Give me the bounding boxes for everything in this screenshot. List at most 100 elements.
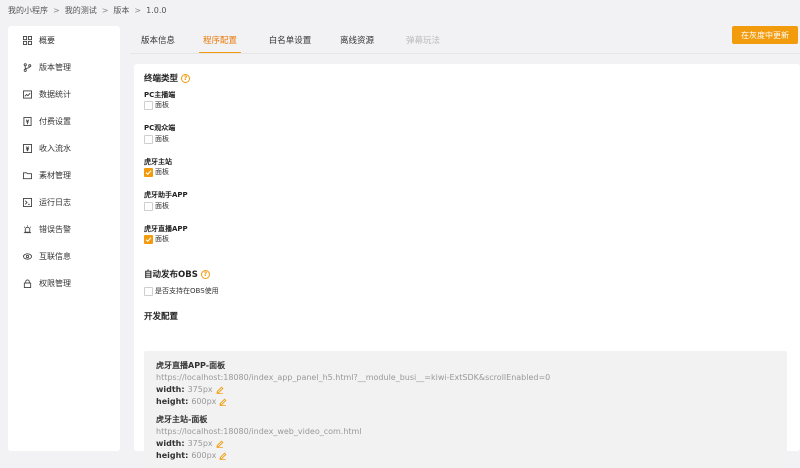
folder-icon [21,170,33,182]
sidebar-item-label: 概要 [39,36,55,45]
config-card: 终端类型 ? PC主播端 面板 PC观众端 面板 虎牙主站 面板 虎牙助手APP… [134,64,800,468]
dev-config-box: 虎牙直播APP-面板 https://localhost:18080/index… [144,351,787,468]
tab-program-config[interactable]: 程序配置 [199,26,241,54]
sidebar-item-overview[interactable]: 概要 [8,27,120,54]
panel-checkbox-pc-anchor[interactable]: 面板 [144,100,169,110]
checkbox-label: 面板 [155,202,169,210]
width-label: width: [156,385,185,394]
edit-icon[interactable] [219,452,227,460]
sidebar-item-materials[interactable]: 素材管理 [8,162,120,189]
dev-entry-name: 虎牙直播APP-面板 [156,361,226,370]
main-content: 版本信息 程序配置 白名单设置 离线资源 弹幕玩法 在灰度中更新 终端类型 ? … [130,26,800,468]
terminal-label: 虎牙主站 [144,158,172,166]
checkbox-label: 面板 [155,101,169,109]
income-icon [21,143,33,155]
terminal-label: PC主播端 [144,91,176,99]
checkbox-label: 面板 [155,235,169,243]
link-icon [21,251,33,263]
tab-offline-resources[interactable]: 离线资源 [333,26,381,54]
dev-entry-width: width: 375px [156,384,550,396]
sidebar-item-label: 互联信息 [39,252,71,261]
sidebar-item-permissions[interactable]: 权限管理 [8,270,120,297]
checkbox-checked[interactable] [144,234,153,244]
tab-bar: 版本信息 程序配置 白名单设置 离线资源 弹幕玩法 [130,26,800,54]
terminal-label: 虎牙直播APP [144,225,188,233]
breadcrumb: 我的小程序 > 我的测试 > 版本 > 1.0.0 [8,4,166,16]
checkbox-label: 面板 [155,168,169,176]
panel-checkbox-pc-viewer[interactable]: 面板 [144,134,169,144]
breadcrumb-item-miniprogram[interactable]: 我的小程序 [8,5,48,16]
breadcrumb-item-test[interactable]: 我的测试 [65,5,97,16]
width-label: width: [156,439,185,448]
height-value: 600px [191,397,217,406]
sidebar-item-logs[interactable]: 运行日志 [8,189,120,216]
edit-icon[interactable] [216,440,224,448]
dev-entry-name: 虎牙主站-面板 [156,415,208,424]
dev-entry-height: height: 600px [156,396,550,408]
checkbox[interactable] [144,134,153,144]
sidebar-item-label: 收入流水 [39,144,71,153]
breadcrumb-separator: > [53,5,60,15]
sidebar-item-income[interactable]: 收入流水 [8,135,120,162]
payment-icon [21,116,33,128]
tab-whitelist[interactable]: 白名单设置 [261,26,319,54]
dev-entry: 虎牙主站-面板 https://localhost:18080/index_we… [156,414,362,462]
height-label: height: [156,397,189,406]
breadcrumb-separator: > [134,5,142,15]
tab-divider [130,53,800,54]
dev-entry-height: height: 600px [156,450,362,462]
grid-icon [21,35,33,47]
breadcrumb-item-current: 1.0.0 [146,5,167,15]
height-label: height: [156,451,189,460]
dev-entry-width: width: 375px [156,438,362,450]
checkbox-label: 面板 [155,135,169,143]
tab-version-info[interactable]: 版本信息 [130,26,186,54]
checkbox-label: 是否支持在OBS使用 [155,287,219,295]
section-title-text: 终端类型 [144,74,179,84]
tab-danmaku-play: 弹幕玩法 [405,36,440,46]
checkbox[interactable] [144,286,153,296]
alarm-icon [21,224,33,236]
sidebar-item-interconnect[interactable]: 互联信息 [8,243,120,270]
terminal-label: PC观众端 [144,124,176,132]
sidebar-item-error-alerts[interactable]: 错误告警 [8,216,120,243]
branch-icon [21,62,33,74]
breadcrumb-item-version[interactable]: 版本 [113,5,129,16]
section-title-text: 自动发布OBS [144,270,198,280]
terminal-type-title: 终端类型 ? [144,72,191,84]
obs-support-checkbox[interactable]: 是否支持在OBS使用 [144,286,219,296]
sidebar-item-label: 版本管理 [39,63,71,72]
help-icon[interactable]: ? [200,269,210,279]
panel-checkbox-huya-live-app[interactable]: 面板 [144,234,169,244]
check-icon [145,169,152,175]
sidebar-item-label: 付费设置 [39,117,71,126]
dev-entry: 虎牙直播APP-面板 https://localhost:18080/index… [156,360,550,408]
dev-entry-url: https://localhost:18080/index_app_panel_… [156,373,551,382]
dev-config-title: 开发配置 [144,310,178,322]
edit-icon[interactable] [216,386,224,394]
sidebar-item-label: 数据统计 [39,90,71,99]
checkbox[interactable] [144,201,153,211]
check-icon [145,236,152,242]
section-title-text: 开发配置 [144,312,179,322]
sidebar-item-label: 权限管理 [39,279,71,288]
sidebar-item-payment-settings[interactable]: 付费设置 [8,108,120,135]
sidebar: 概要 版本管理 数据统计 付费设置 收入流水 素材管理 运行日志 错误告警 互联… [8,26,120,451]
width-value: 375px [187,385,213,394]
help-icon[interactable]: ? [181,73,191,83]
sidebar-item-version-management[interactable]: 版本管理 [8,54,120,81]
terminal-label: 虎牙助手APP [144,191,188,199]
lock-icon [21,278,33,290]
edit-icon[interactable] [219,398,227,406]
sidebar-item-statistics[interactable]: 数据统计 [8,81,120,108]
panel-checkbox-huya-assistant[interactable]: 面板 [144,201,169,211]
update-in-gray-button[interactable]: 在灰度中更新 [732,26,798,44]
sidebar-item-label: 运行日志 [39,198,71,207]
obs-title: 自动发布OBS ? [144,268,210,280]
checkbox[interactable] [144,100,153,110]
height-value: 600px [191,451,217,460]
panel-checkbox-huya-main[interactable]: 面板 [144,167,169,177]
checkbox-checked[interactable] [144,167,153,177]
log-icon [21,197,33,209]
sidebar-item-label: 素材管理 [39,171,71,180]
